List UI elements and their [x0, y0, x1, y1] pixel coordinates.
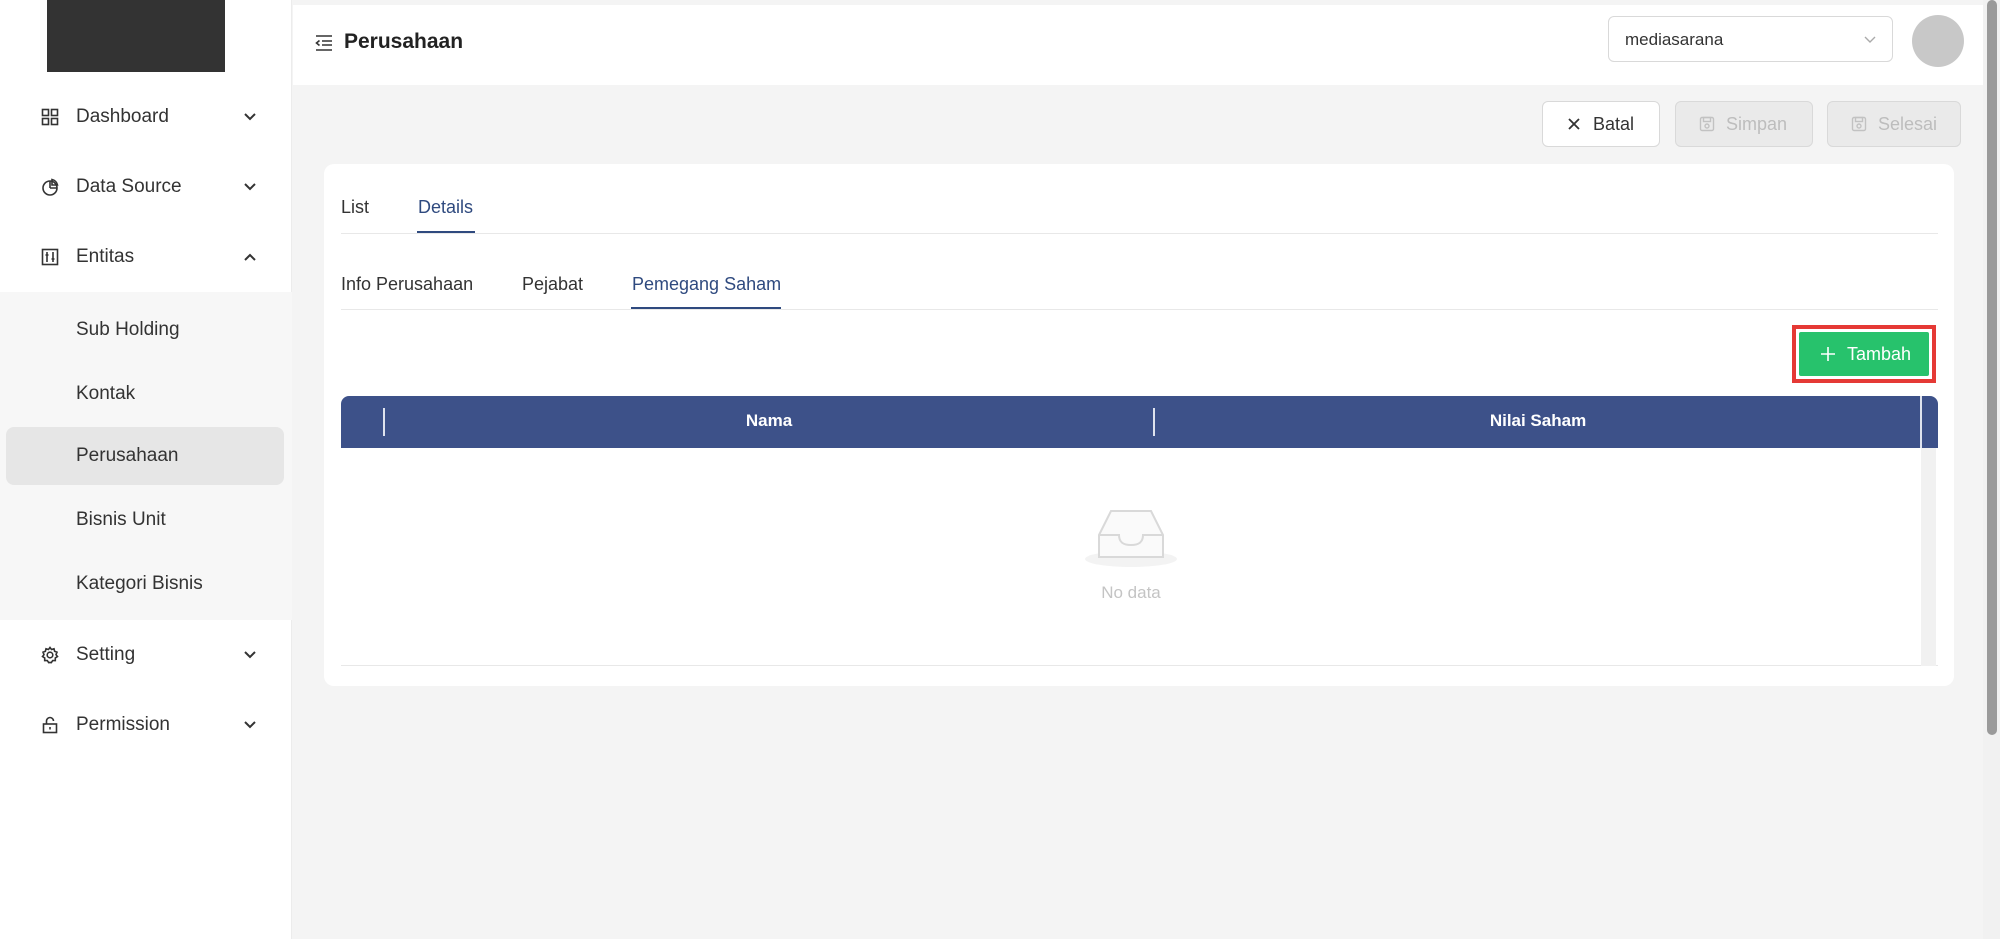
sidebar-item-perusahaan[interactable]: Perusahaan — [6, 427, 284, 485]
column-separator — [1920, 396, 1922, 448]
tab-info-perusahaan[interactable]: Info Perusahaan — [341, 274, 473, 295]
chevron-up-icon — [241, 248, 259, 266]
tambah-label: Tambah — [1847, 343, 1912, 364]
save-icon — [1698, 115, 1716, 133]
empty-inbox-icon — [1083, 505, 1179, 569]
logo[interactable] — [47, 0, 225, 72]
menu-fold-icon[interactable] — [315, 34, 333, 52]
plus-icon — [1819, 345, 1837, 363]
sidebar-item-label: Data Source — [76, 176, 182, 197]
batal-label: Batal — [1593, 113, 1635, 134]
page-title: Perusahaan — [344, 30, 464, 53]
lock-icon — [40, 715, 60, 735]
tab-list[interactable]: List — [341, 197, 369, 218]
sidebar-item-label: Sub Holding — [76, 319, 180, 340]
chevron-down-icon — [1862, 31, 1878, 47]
chevron-down-icon — [241, 646, 259, 664]
gear-icon — [40, 645, 60, 665]
selesai-button[interactable]: Selesai — [1827, 101, 1961, 147]
tabs-divider — [341, 233, 1938, 234]
sidebar-item-label: Setting — [76, 644, 136, 665]
sidebar-item-kontak[interactable]: Kontak — [6, 365, 284, 423]
chevron-down-icon — [241, 178, 259, 196]
entitas-submenu: Sub Holding Kontak Perusahaan Bisnis Uni… — [0, 292, 292, 620]
dashboard-icon — [40, 107, 60, 127]
sidebar-item-label: Dashboard — [76, 106, 169, 127]
column-header-nilai-saham[interactable]: Nilai Saham — [1155, 411, 1921, 431]
sidebar-item-dashboard[interactable]: Dashboard — [0, 82, 292, 152]
batal-button[interactable]: Batal — [1542, 101, 1660, 147]
sidebar-item-entitas[interactable]: Entitas — [0, 222, 292, 292]
save-icon — [1850, 115, 1868, 133]
sidebar-item-label: Entitas — [76, 246, 135, 267]
column-header-nama[interactable]: Nama — [385, 411, 1153, 431]
table-scrollbar[interactable] — [1921, 448, 1936, 666]
tab-details[interactable]: Details — [418, 197, 473, 218]
sidebar-item-label: Perusahaan — [76, 445, 179, 466]
sidebar-item-bisnis-unit[interactable]: Bisnis Unit — [6, 491, 284, 549]
tab-pemegang-saham[interactable]: Pemegang Saham — [632, 274, 781, 295]
sidebar-item-label: Kategori Bisnis — [76, 573, 203, 594]
sidebar-item-setting[interactable]: Setting — [0, 620, 292, 690]
pie-chart-icon — [40, 177, 60, 197]
header: Perusahaan mediasarana — [293, 5, 1983, 85]
sidebar-item-permission[interactable]: Permission — [0, 690, 292, 760]
chevron-down-icon — [241, 716, 259, 734]
sidebar-item-kategori-bisnis[interactable]: Kategori Bisnis — [6, 555, 284, 613]
tambah-button[interactable]: Tambah — [1799, 332, 1929, 376]
chevron-down-icon — [241, 108, 259, 126]
sidebar-item-data-source[interactable]: Data Source — [0, 152, 292, 222]
avatar[interactable] — [1912, 15, 1964, 67]
sidebar-item-label: Kontak — [76, 383, 136, 404]
tab-pejabat[interactable]: Pejabat — [522, 274, 583, 295]
selesai-label: Selesai — [1878, 113, 1938, 134]
sidebar-item-sub-holding[interactable]: Sub Holding — [6, 301, 284, 359]
simpan-button[interactable]: Simpan — [1675, 101, 1813, 147]
control-panel-icon — [40, 247, 60, 267]
sidebar: Dashboard Data Source Entitas Sub Holdin… — [0, 0, 292, 939]
close-icon — [1565, 115, 1583, 133]
table-header: Nama Nilai Saham — [341, 396, 1938, 448]
organization-select-value: mediasarana — [1625, 30, 1724, 49]
simpan-label: Simpan — [1726, 113, 1788, 134]
empty-state-text: No data — [1101, 583, 1161, 602]
subtabs-divider — [341, 309, 1938, 310]
sidebar-item-label: Bisnis Unit — [76, 509, 166, 530]
page-scrollbar-thumb[interactable] — [1987, 0, 1997, 735]
sidebar-item-label: Permission — [76, 714, 170, 735]
organization-select[interactable]: mediasarana — [1608, 16, 1893, 62]
